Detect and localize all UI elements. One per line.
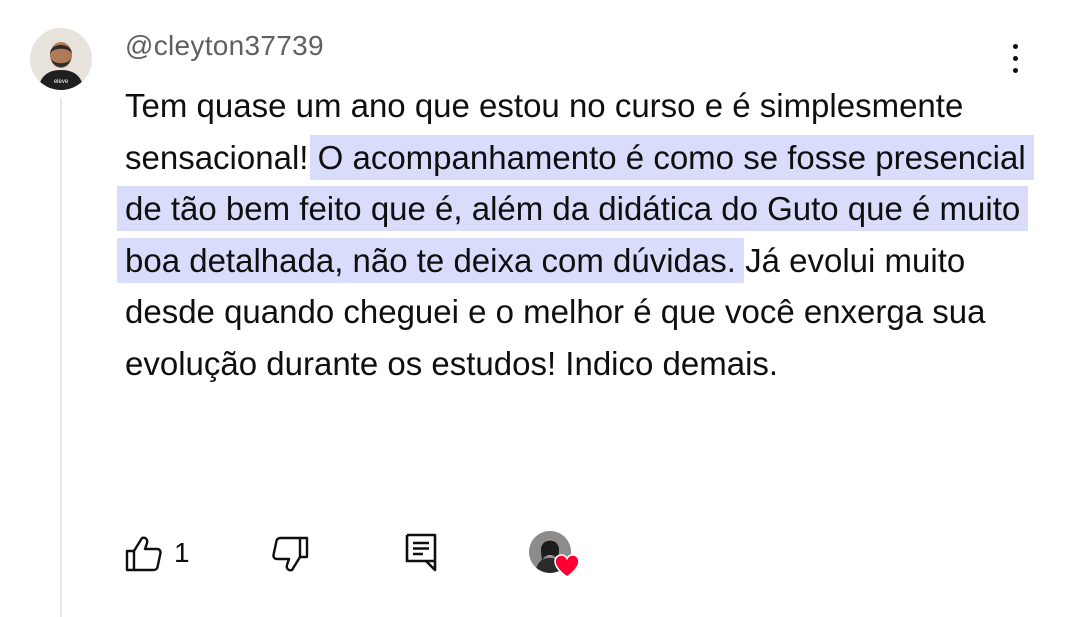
reply-button[interactable]: [402, 530, 442, 576]
comment-text: Tem quase um ano que estou no curso e é …: [117, 80, 1035, 390]
like-button[interactable]: 1: [124, 532, 204, 576]
comment-menu-button[interactable]: [1000, 40, 1030, 80]
thumbs-up-icon: [125, 536, 162, 572]
creator-heart-badge: [529, 531, 583, 583]
dislike-button[interactable]: [270, 532, 314, 576]
reply-icon: [405, 533, 437, 572]
comment-author[interactable]: @cleyton37739: [125, 30, 324, 62]
avatar-shirt-text: eleve: [54, 79, 69, 85]
like-count: 1: [174, 537, 190, 568]
heart-icon: [554, 554, 580, 578]
thread-line: [60, 98, 62, 617]
author-avatar[interactable]: eleve: [30, 28, 92, 90]
avatar-image: eleve: [30, 28, 92, 90]
thumbs-down-icon: [272, 536, 309, 572]
